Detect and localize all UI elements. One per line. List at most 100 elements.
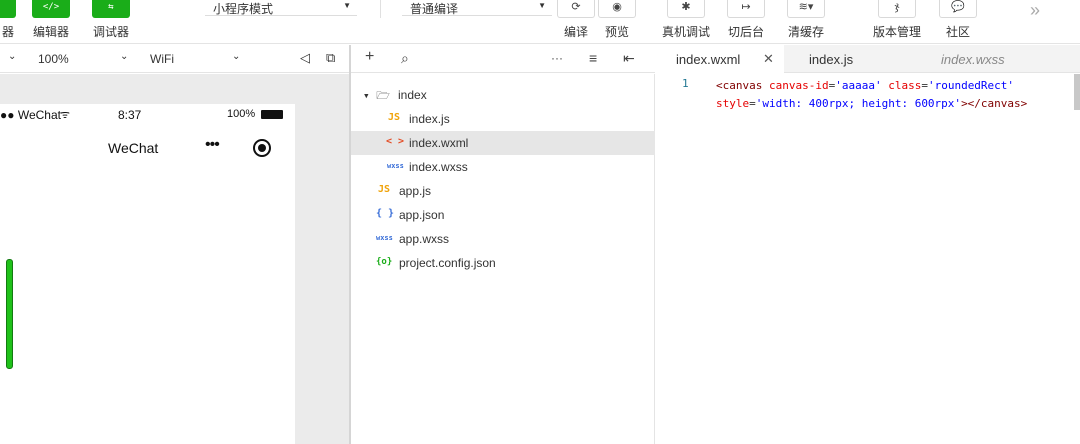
battery-icon: [261, 110, 283, 119]
code-string: 'width: 400rpx; height: 600rpx': [755, 97, 962, 110]
collapse-all-icon[interactable]: ≡: [589, 50, 597, 66]
tree-file-index-wxml[interactable]: < > index.wxml: [351, 131, 655, 155]
mode-select[interactable]: 小程序模式 ▼: [205, 0, 357, 16]
preview-button[interactable]: ◉ 预览: [598, 0, 636, 40]
js-file-icon: JS: [378, 184, 391, 195]
code-punct: =: [749, 97, 756, 110]
refresh-icon: ⟳: [557, 0, 595, 18]
version-management-button[interactable]: ჯ 版本管理: [873, 0, 921, 40]
tab-index-js[interactable]: index.js: [784, 45, 914, 73]
network-select[interactable]: WiFi: [150, 52, 174, 66]
simulator-toggle-button[interactable]: 器: [0, 0, 16, 40]
debugger-label: 调试器: [92, 25, 129, 39]
wxml-file-icon: < >: [386, 136, 405, 147]
wxss-file-icon: wxss: [376, 234, 393, 242]
preview-label: 预览: [604, 25, 629, 39]
toolbar-divider: [380, 0, 381, 18]
compile-label: 编译: [563, 25, 588, 39]
wxss-file-icon: wxss: [387, 162, 404, 170]
more-options-icon[interactable]: ···: [551, 51, 563, 65]
editor-code-icon: </>: [32, 0, 70, 18]
file-tree: ▾ 🗁 index JS index.js < > index.wxml wxs…: [351, 74, 655, 444]
clear-cache-label: 清缓存: [787, 25, 824, 39]
search-icon[interactable]: ⌕: [401, 50, 409, 67]
device-chevron-down-icon[interactable]: ⌄: [8, 51, 16, 62]
remote-debug-label: 真机调试: [662, 25, 711, 39]
json-file-icon: { }: [376, 208, 395, 219]
detach-window-icon[interactable]: ⧉: [326, 50, 335, 66]
zoom-chevron-down-icon[interactable]: ⌄: [120, 51, 128, 62]
phone-status-bar: ●● WeChat ᯤ 8:37 100%: [0, 104, 295, 126]
community-label: 社区: [945, 25, 970, 39]
tree-item-label: app.wxss: [399, 232, 450, 246]
code-punct: =: [921, 79, 928, 92]
nav-title: WeChat: [108, 140, 159, 156]
remote-debug-button[interactable]: ✱ 真机调试: [662, 0, 710, 40]
tree-item-label: app.json: [399, 208, 445, 222]
compile-mode-value: 普通编译: [410, 2, 459, 16]
code-tag-open: <canvas: [716, 79, 763, 92]
network-chevron-down-icon[interactable]: ⌄: [232, 51, 240, 62]
tree-file-index-wxss[interactable]: wxss index.wxss: [351, 155, 655, 179]
debugger-icon: ⇆: [92, 0, 130, 18]
tree-folder-index[interactable]: ▾ 🗁 index: [351, 83, 655, 107]
simulator-label: 器: [1, 25, 14, 39]
editor-tab-bar: index.wxml ✕ index.js index.wxss: [656, 45, 1080, 73]
tab-label: index.wxss: [941, 52, 1005, 67]
main-toolbar: 器 </> 编辑器 ⇆ 调试器 小程序模式 ▼ 普通编译 ▼ ⟳ 编译 ◉ 预览…: [0, 0, 1080, 44]
simulator-toolbar: ⌄ 100% ⌄ WiFi ⌄ ◁ ⧉: [0, 45, 349, 73]
close-icon[interactable]: ✕: [763, 51, 774, 67]
add-file-icon[interactable]: +: [365, 48, 374, 66]
folder-open-icon: ▾ 🗁: [363, 89, 390, 102]
clear-cache-button[interactable]: ≋▾ 清缓存: [787, 0, 825, 40]
mode-select-value: 小程序模式: [213, 2, 274, 16]
background-label: 切后台: [727, 25, 764, 39]
background-button[interactable]: ↦ 切后台: [727, 0, 765, 40]
file-tree-toolbar: + ⌕ ··· ≡ ⇤: [351, 45, 655, 73]
tree-item-label: app.js: [399, 184, 432, 198]
hide-tree-icon[interactable]: ⇤: [623, 50, 635, 67]
version-management-label: 版本管理: [873, 25, 922, 39]
tree-file-index-js[interactable]: JS index.js: [351, 107, 655, 131]
compile-mode-select[interactable]: 普通编译 ▼: [402, 0, 552, 16]
code-attr: canvas-id: [762, 79, 829, 92]
tab-index-wxss[interactable]: index.wxss: [914, 45, 1054, 73]
code-tag-close: ></canvas>: [961, 97, 1028, 110]
tree-file-app-json[interactable]: { } app.json: [351, 203, 655, 227]
tree-file-project-config-json[interactable]: {o} project.config.json: [351, 251, 655, 275]
tab-label: index.wxml: [676, 52, 741, 67]
volume-icon[interactable]: ◁: [300, 50, 310, 66]
tree-file-app-js[interactable]: JS app.js: [351, 179, 655, 203]
canvas-rounded-rect: [6, 259, 13, 369]
editor-scrollbar[interactable]: [1074, 74, 1080, 110]
capsule-menu-icon[interactable]: •••: [205, 136, 220, 154]
config-file-icon: {o}: [376, 257, 393, 267]
chevron-down-icon: ▼: [343, 1, 351, 10]
line-number: 1: [682, 77, 689, 90]
switch-background-icon: ↦: [727, 0, 765, 18]
battery-percent: 100%: [227, 108, 256, 120]
code-editor[interactable]: 1 <canvas canvas-id='aaaaa' class='round…: [656, 74, 1080, 444]
layers-icon: ≋▾: [787, 0, 825, 18]
code-content[interactable]: <canvas canvas-id='aaaaa' class='rounded…: [716, 77, 1027, 113]
phone-navigation-bar: WeChat •••: [0, 126, 295, 170]
code-attr: class: [881, 79, 922, 92]
compile-button[interactable]: ⟳ 编译: [557, 0, 595, 40]
tree-item-label: index.js: [409, 112, 450, 126]
status-time: 8:37: [118, 108, 142, 122]
more-chevron-icon[interactable]: »: [1030, 0, 1040, 21]
tree-item-label: index: [398, 88, 427, 102]
eye-icon: ◉: [598, 0, 636, 18]
debugger-toggle-button[interactable]: ⇆ 调试器: [92, 0, 130, 40]
simulator-icon: [0, 0, 16, 18]
editor-toggle-button[interactable]: </> 编辑器: [32, 0, 70, 40]
tab-index-wxml[interactable]: index.wxml ✕: [656, 45, 784, 73]
zoom-select[interactable]: 100%: [38, 52, 69, 66]
editor-label: 编辑器: [32, 25, 69, 39]
chevron-down-icon: ▼: [538, 1, 546, 10]
tree-file-app-wxss[interactable]: wxss app.wxss: [351, 227, 655, 251]
tree-item-label: index.wxss: [409, 160, 468, 174]
capsule-close-icon[interactable]: [253, 139, 271, 157]
community-button[interactable]: 💬 社区: [939, 0, 977, 40]
tree-item-label: project.config.json: [399, 256, 496, 270]
